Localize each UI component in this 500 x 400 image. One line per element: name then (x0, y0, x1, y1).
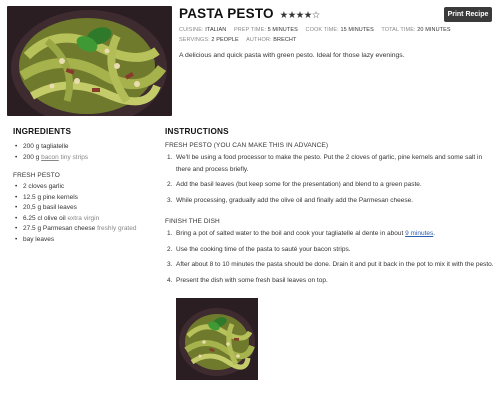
cuisine-value: ITALIAN (205, 27, 227, 33)
instructions-heading: INSTRUCTIONS (165, 127, 229, 136)
recipe-hero-photo (7, 6, 172, 116)
ingredients-section: INGREDIENTS 200 g tagliatelle 200 g baco… (13, 127, 163, 245)
finish-dish-subheading: FINISH THE DISH (165, 217, 220, 225)
pesto-steps-list: 1. We'll be using a food processor to mak… (165, 152, 495, 207)
ingredients-pesto-list: 2 cloves garlic 12.5 g pine kernels 20,5… (13, 182, 163, 245)
prep-time-label: PREP TIME: (234, 27, 266, 33)
instruction-step: 1. We'll be using a food processor to mak… (167, 154, 483, 173)
total-time-value: 20 MINUTES (417, 27, 451, 33)
recipe-meta-servings: SERVINGS: 2 PEOPLE AUTHOR: BRECHT (179, 37, 302, 43)
total-time-label: TOTAL TIME: (381, 27, 416, 33)
ingredient-item: 2 cloves garlic (13, 182, 163, 193)
instruction-step: 4. Present the dish with some fresh basil… (167, 276, 328, 284)
instruction-step: 2. Use the cooking time of the pasta to s… (167, 245, 351, 253)
ingredient-item: 200 g tagliatelle (13, 142, 163, 153)
ingredients-main-list: 200 g tagliatelle 200 g bacon tiny strip… (13, 142, 163, 163)
bacon-link[interactable]: bacon (41, 154, 59, 161)
author-label: AUTHOR: (246, 37, 272, 43)
ingredient-item: 200 g bacon tiny strips (13, 153, 163, 164)
servings-value: 2 PEOPLE (211, 37, 239, 43)
cuisine-label: CUISINE: (179, 27, 204, 33)
pasta-pesto-photo-icon (176, 298, 258, 380)
fresh-pesto-steps-subheading: FRESH PESTO (YOU CAN MAKE THIS IN ADVANC… (165, 142, 329, 149)
ingredient-item: 6.25 cl olive oil extra virgin (13, 214, 163, 225)
ingredients-heading: INGREDIENTS (13, 127, 72, 136)
recipe-meta-times: CUISINE: ITALIAN PREP TIME: 5 MINUTES CO… (179, 27, 457, 33)
fresh-pesto-subheading: FRESH PESTO (13, 172, 60, 179)
instruction-step: 3. While processing, gradually add the ol… (167, 197, 414, 205)
ingredient-item: bay leaves (13, 235, 163, 246)
servings-label: SERVINGS: (179, 37, 210, 43)
recipe-title: PASTA PESTO (179, 6, 274, 21)
instruction-step: 1. Bring a pot of salted water to the boi… (167, 229, 436, 237)
finish-steps-list: 1. Bring a pot of salted water to the boi… (165, 228, 495, 287)
pasta-pesto-photo-icon (7, 6, 172, 116)
cook-time-value: 15 MINUTES (340, 27, 374, 33)
timer-link[interactable]: 9 minutes (405, 230, 433, 237)
author-value: BRECHT (273, 37, 297, 43)
ingredient-item: 12.5 g pine kernels (13, 193, 163, 204)
star-rating-icon[interactable]: ★★★★☆ (280, 10, 321, 21)
instruction-step: 2. Add the basil leaves (but keep some fo… (167, 181, 422, 189)
print-recipe-button[interactable]: Print Recipe (444, 7, 492, 22)
recipe-title-row: PASTA PESTO ★★★★☆ (179, 6, 320, 21)
cook-time-label: COOK TIME: (305, 27, 339, 33)
ingredient-item: 20,5 g basil leaves (13, 203, 163, 214)
ingredient-item: 27.5 g Parmesan cheese freshly grated (13, 224, 163, 235)
instruction-step: 3. After about 8 to 10 minutes the pasta … (167, 261, 494, 269)
dish-photo (176, 298, 258, 380)
recipe-description: A delicious and quick pasta with green p… (179, 52, 405, 59)
instructions-section: INSTRUCTIONS FRESH PESTO (YOU CAN MAKE T… (165, 127, 495, 291)
prep-time-value: 5 MINUTES (267, 27, 298, 33)
